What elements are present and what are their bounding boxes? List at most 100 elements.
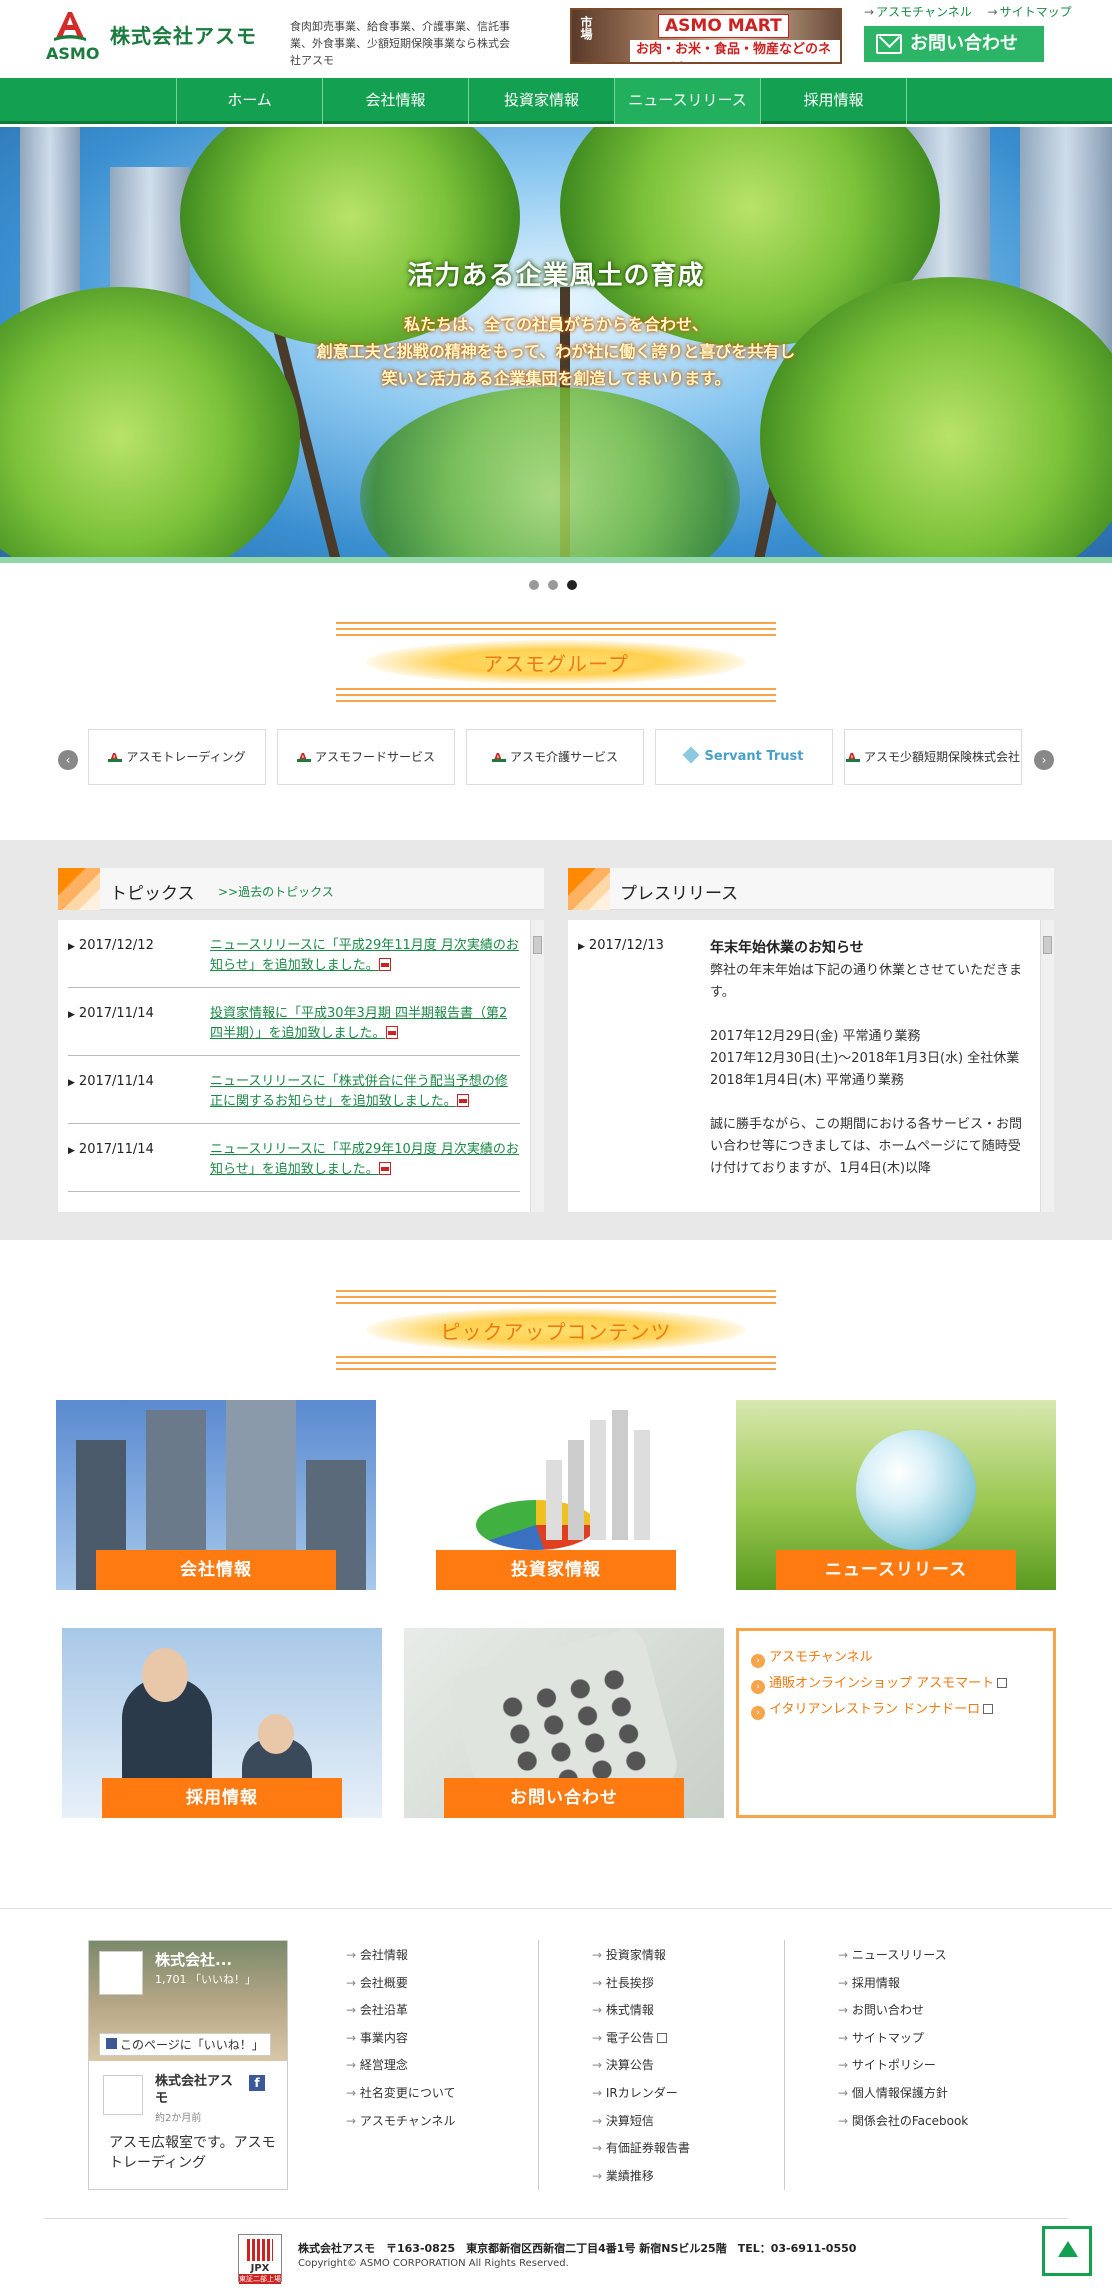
topics-list[interactable]: 2017/12/12 ニュースリリースに「平成29年11月度 月次実績のお知らせ… — [58, 920, 544, 1212]
news-date: 2017/12/12 — [68, 938, 154, 953]
footer-link[interactable]: 株式情報 — [592, 1997, 812, 2025]
footer-link[interactable]: IRカレンダー — [592, 2080, 812, 2108]
group-card-servant[interactable]: Servant Trust — [655, 729, 833, 785]
group-card-food[interactable]: アスモフードサービス — [277, 729, 455, 785]
nav-home[interactable]: ホーム — [177, 78, 323, 124]
scroll-thumb[interactable] — [533, 936, 542, 954]
footer-link-text[interactable]: 電子公告 — [606, 2031, 654, 2045]
press-text: 弊社の年末年始は下記の通り休業とさせていただきます。 2017年12月29日(金… — [710, 963, 1023, 1176]
past-topics-link[interactable]: >>過去のトピックス — [218, 883, 334, 900]
pickup-card-investors[interactable]: 投資家情報 — [396, 1400, 716, 1590]
news-link-text[interactable]: ニュースリリースに「平成29年10月度 月次実績のお知らせ」を追加致しました。 — [210, 1142, 519, 1177]
heading-line — [336, 1368, 776, 1370]
pickup-card-contact[interactable]: お問い合わせ — [404, 1628, 724, 1818]
heading-line — [336, 622, 776, 624]
pickup-label: 採用情報 — [102, 1778, 342, 1818]
footer-link[interactable]: 会社情報 — [346, 1942, 566, 1970]
group-card-trading[interactable]: アスモトレーディング — [88, 729, 266, 785]
link-restaurant[interactable]: › イタリアンレストラン ドンナドーロ — [751, 1697, 1041, 1723]
heading-line — [336, 628, 776, 630]
pdf-icon — [378, 958, 391, 971]
jpx-label: JPX — [250, 2263, 270, 2274]
asmo-mini-logo-icon — [845, 731, 860, 785]
footer-link[interactable]: 関係会社のFacebook — [838, 2108, 1058, 2136]
pickup-links: › アスモチャンネル › 通販オンラインショップ アスモマート › イタリアンレストラ… — [736, 1628, 1056, 1818]
top-link-channel[interactable]: → アスモチャンネル — [864, 5, 972, 19]
footer-link[interactable]: 決算短信 — [592, 2108, 812, 2136]
footer-link[interactable]: ニュースリリース — [838, 1942, 1058, 1970]
asmo-mart-banner[interactable]: 市場 ASMO MART お肉・お米・食品・物産などのネット販売 — [570, 8, 842, 64]
nav-recruit[interactable]: 採用情報 — [761, 78, 907, 124]
heading-line — [336, 1362, 776, 1364]
footer-link[interactable]: お問い合わせ — [838, 1997, 1058, 2025]
footer-link[interactable]: 社名変更について — [346, 2080, 566, 2108]
news-link-text[interactable]: ニュースリリースに「平成29年11月度 月次実績のお知らせ」を追加致しました。 — [210, 938, 519, 973]
link-text[interactable]: 通販オンラインショップ アスモマート — [769, 1676, 994, 1691]
pdf-icon — [378, 1162, 391, 1175]
footer-link[interactable]: 会社概要 — [346, 1970, 566, 1998]
footer-link[interactable]: サイトポリシー — [838, 2052, 1058, 2080]
hero-slider[interactable]: 活力ある企業風土の育成 私たちは、全ての社員がちからを合わせ、 創意工夫と挑戦の… — [0, 127, 1112, 563]
nav-company[interactable]: 会社情報 — [323, 78, 469, 124]
link-text[interactable]: イタリアンレストラン ドンナドーロ — [769, 1702, 980, 1717]
site-header: ASMO 株式会社アスモ 食肉卸売事業、給食事業、介護事業、信託事業、外食事業、… — [0, 0, 1112, 78]
link-channel[interactable]: › アスモチャンネル — [751, 1645, 1041, 1671]
arrow-right-icon: → — [987, 5, 998, 19]
nav-news[interactable]: ニュースリリース — [615, 78, 761, 124]
fb-post-name[interactable]: 株式会社アスモ — [155, 2073, 245, 2107]
footer-link[interactable]: 電子公告 — [592, 2025, 812, 2053]
footer-link[interactable]: 決算公告 — [592, 2052, 812, 2080]
slider-dot[interactable] — [529, 580, 539, 590]
pickup-card-company[interactable]: 会社情報 — [56, 1400, 376, 1590]
footer-link[interactable]: 個人情報保護方針 — [838, 2080, 1058, 2108]
slider-dot[interactable] — [548, 580, 558, 590]
topics-scrollbar[interactable] — [530, 920, 544, 1212]
pickup-card-news[interactable]: ニュースリリース — [736, 1400, 1056, 1590]
square-icon — [568, 868, 610, 910]
mart-brand: ASMO MART — [658, 14, 789, 38]
cube-icon — [682, 746, 700, 764]
back-to-top-button[interactable] — [1042, 2226, 1092, 2276]
footer-link[interactable]: 有価証券報告書 — [592, 2135, 812, 2163]
jpx-logo: JPX 東証二部上場 — [238, 2234, 282, 2284]
nav-investors[interactable]: 投資家情報 — [469, 78, 615, 124]
footer-link[interactable]: 社長挨拶 — [592, 1970, 812, 1998]
scroll-thumb[interactable] — [1043, 936, 1052, 954]
footer-link[interactable]: 投資家情報 — [592, 1942, 812, 1970]
contact-button[interactable]: お問い合わせ — [864, 26, 1044, 62]
facebook-widget[interactable]: 株式会社... 1,701 「いいね！」 このページに「いいね！」 株式会社アス… — [88, 1940, 288, 2190]
topics-panel: トピックス >>過去のトピックス 2017/12/12 ニュースリリースに「平成… — [58, 868, 544, 1212]
group-card-label: Servant Trust — [704, 749, 804, 764]
fb-post-time: 約2か月前 — [155, 2113, 202, 2124]
footer-link[interactable]: 事業内容 — [346, 2025, 566, 2053]
footer-link[interactable]: 会社沿革 — [346, 1997, 566, 2025]
fb-like-button[interactable]: このページに「いいね！」 — [99, 2033, 271, 2056]
pickup-card-recruit[interactable]: 採用情報 — [62, 1628, 382, 1818]
news-link[interactable]: ニュースリリースに「株式併合に伴う配当予想の修正に関するお知らせ」を追加致しまし… — [210, 1072, 520, 1112]
top-link-sitemap[interactable]: → サイトマップ — [988, 5, 1072, 19]
link-mart[interactable]: › 通販オンラインショップ アスモマート — [751, 1671, 1041, 1697]
footer-link[interactable]: サイトマップ — [838, 2025, 1058, 2053]
press-title: プレスリリース — [620, 884, 739, 904]
footer-link[interactable]: 業績推移 — [592, 2163, 812, 2191]
heading-line — [336, 1290, 776, 1292]
fb-page-name[interactable]: 株式会社... — [155, 1949, 232, 1970]
group-card-care[interactable]: アスモ介護サービス — [466, 729, 644, 785]
company-logo[interactable]: ASMO 株式会社アスモ — [44, 10, 264, 63]
news-link[interactable]: 投資家情報に「平成30年3月期 四半期報告書（第2四半期）」を追加致しました。 — [210, 1004, 520, 1044]
hero-message: 私たちは、全ての社員がちからを合わせ、 創意工夫と挑戦の精神をもって、わが社に働… — [0, 311, 1112, 392]
footer-link[interactable]: 経営理念 — [346, 2052, 566, 2080]
news-link-text[interactable]: 投資家情報に「平成30年3月期 四半期報告書（第2四半期）」を追加致しました。 — [210, 1006, 507, 1041]
carousel-next-button[interactable]: › — [1034, 750, 1054, 770]
news-link[interactable]: ニュースリリースに「平成29年10月度 月次実績のお知らせ」を追加致しました。 — [210, 1140, 520, 1180]
fb-like-count: 1,701 「いいね！」 — [155, 1973, 256, 1986]
footer-link[interactable]: 採用情報 — [838, 1970, 1058, 1998]
link-text[interactable]: アスモチャンネル — [769, 1650, 873, 1665]
press-body[interactable]: 2017/12/13 年末年始休業のお知らせ 弊社の年末年始は下記の通り休業とさ… — [568, 920, 1054, 1212]
news-link[interactable]: ニュースリリースに「平成29年11月度 月次実績のお知らせ」を追加致しました。 — [210, 936, 520, 976]
slider-dot-active[interactable] — [567, 580, 577, 590]
footer-link[interactable]: アスモチャンネル — [346, 2108, 566, 2136]
carousel-prev-button[interactable]: ‹ — [58, 750, 78, 770]
group-card-insurance[interactable]: アスモ少額短期保険株式会社 — [844, 729, 1022, 785]
press-scrollbar[interactable] — [1040, 920, 1054, 1212]
